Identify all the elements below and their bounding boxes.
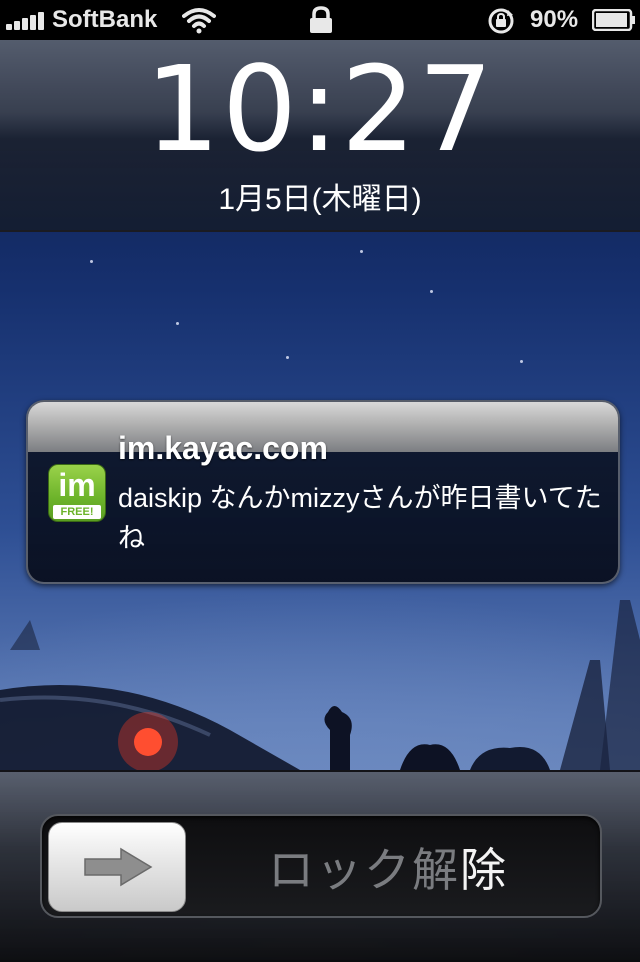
status-bar: SoftBank 90% — [0, 0, 640, 40]
carrier-name: SoftBank — [52, 6, 158, 33]
lock-screen-clock-panel: 10:27 1月5日(木曜日) — [0, 40, 640, 232]
unlock-slider-track[interactable]: ロック解除 — [40, 814, 602, 918]
notification-title: im.kayac.com — [118, 430, 328, 466]
unlock-slider-knob[interactable] — [48, 822, 186, 912]
lock-screen-time: 10:27 — [144, 40, 496, 178]
wifi-icon — [182, 8, 216, 34]
lock-icon — [310, 6, 332, 33]
unlock-label-dim: ロック解 — [268, 844, 460, 896]
lock-screen-date: 1月5日(木曜日) — [218, 183, 422, 216]
unlock-label-bright: 除 — [460, 844, 508, 896]
notification-message: daiskip なんかmizzyさんが昨日書いてたね — [118, 483, 602, 553]
unlock-panel: ロック解除 — [0, 770, 640, 962]
battery-percentage: 90% — [530, 6, 579, 33]
im-app-icon: im FREE! — [48, 464, 106, 522]
battery-icon — [592, 9, 635, 31]
rotation-lock-icon — [488, 8, 514, 34]
right-arrow-icon — [84, 847, 153, 887]
push-notification[interactable]: im FREE! im.kayac.com daiskip なんかmizzyさん… — [26, 400, 620, 584]
signal-icon — [6, 10, 46, 30]
unlock-slider-label: ロック解除 — [268, 834, 508, 900]
app-icon-badge: FREE! — [53, 505, 101, 519]
app-icon-text: im — [58, 467, 96, 503]
